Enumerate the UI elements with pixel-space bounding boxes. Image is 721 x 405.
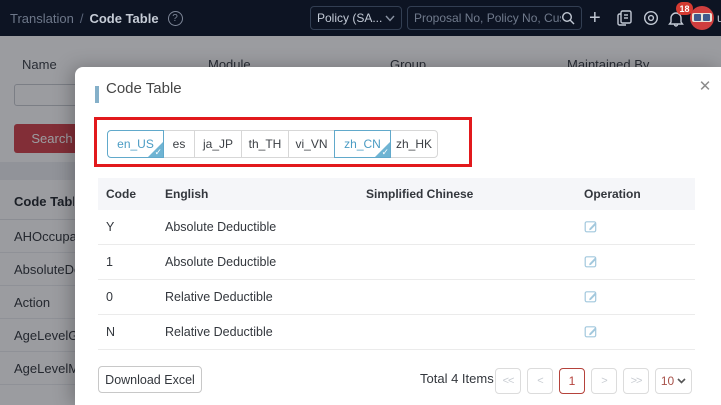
- breadcrumb-section[interactable]: Translation: [10, 11, 74, 26]
- username-truncated: u: [717, 11, 721, 25]
- title-accent-bar: [95, 86, 99, 103]
- pagination: << < 1 > >> 10: [495, 368, 692, 394]
- chevron-down-icon: [677, 378, 686, 384]
- table-row: N Relative Deductible: [98, 315, 695, 350]
- pagination-page-1[interactable]: 1: [559, 368, 585, 394]
- cell-code: N: [106, 325, 116, 339]
- table-row: 0 Relative Deductible: [98, 280, 695, 315]
- cell-code: 1: [106, 255, 113, 269]
- target-icon[interactable]: [643, 0, 659, 36]
- download-excel-button[interactable]: Download Excel: [98, 366, 202, 393]
- cell-english: Absolute Deductible: [165, 220, 277, 234]
- cell-code: 0: [106, 290, 113, 304]
- table-header-row: Code English Simplified Chinese Operatio…: [98, 178, 695, 210]
- edit-icon[interactable]: [576, 289, 598, 303]
- tab-es[interactable]: es: [163, 130, 195, 158]
- global-search: [407, 6, 582, 30]
- page-size-select[interactable]: 10: [655, 368, 692, 394]
- breadcrumb-current: Code Table: [89, 10, 159, 26]
- cell-code: Y: [106, 220, 115, 234]
- global-search-input[interactable]: [414, 11, 561, 25]
- module-select[interactable]: Policy (SA...: [310, 6, 402, 30]
- modal-title: Code Table: [106, 80, 182, 97]
- tab-th-th[interactable]: th_TH: [241, 130, 289, 158]
- plus-icon[interactable]: +: [589, 0, 601, 36]
- pagination-last-button[interactable]: >>: [623, 368, 649, 394]
- code-table-modal: Code Table ✕ en_US ✓ es ja_JP th_TH vi_V…: [75, 67, 721, 405]
- tab-ja-jp[interactable]: ja_JP: [194, 130, 242, 158]
- tab-zh-cn[interactable]: zh_CN ✓: [334, 130, 391, 158]
- help-icon[interactable]: ?: [167, 10, 183, 26]
- tab-en-us[interactable]: en_US ✓: [107, 130, 164, 158]
- table-row: 1 Absolute Deductible: [98, 245, 695, 280]
- table-row: Y Absolute Deductible: [98, 210, 695, 245]
- edit-icon[interactable]: [576, 324, 598, 338]
- language-tabs: en_US ✓ es ja_JP th_TH vi_VN zh_CN ✓ zh_…: [107, 130, 438, 158]
- tab-vi-vn[interactable]: vi_VN: [288, 130, 335, 158]
- column-header-operation: Operation: [584, 187, 641, 201]
- edit-icon[interactable]: [576, 219, 598, 233]
- copy-icon[interactable]: [617, 0, 632, 36]
- notification-badge: 18: [676, 2, 693, 15]
- column-header-simplified-chinese: Simplified Chinese: [366, 187, 474, 201]
- column-header-english: English: [165, 187, 209, 201]
- pagination-prev-button[interactable]: <: [527, 368, 553, 394]
- topbar: Translation / Code Table ? Policy (SA...…: [0, 0, 721, 36]
- total-items-text: Total 4 Items: [420, 371, 494, 386]
- module-select-value: Policy (SA...: [317, 11, 383, 25]
- check-icon: ✓: [154, 147, 162, 157]
- column-header-code: Code: [106, 187, 136, 201]
- chevron-down-icon: [385, 15, 395, 22]
- tab-zh-hk[interactable]: zh_HK: [390, 130, 438, 158]
- cell-english: Relative Deductible: [165, 290, 273, 304]
- translation-table: Code English Simplified Chinese Operatio…: [98, 178, 695, 350]
- cell-english: Relative Deductible: [165, 325, 273, 339]
- pagination-next-button[interactable]: >: [591, 368, 617, 394]
- search-icon[interactable]: [561, 11, 575, 25]
- close-icon[interactable]: ✕: [695, 77, 715, 97]
- cell-english: Absolute Deductible: [165, 255, 277, 269]
- check-icon: ✓: [381, 147, 389, 157]
- edit-icon[interactable]: [576, 254, 598, 268]
- breadcrumb-separator: /: [79, 10, 84, 26]
- breadcrumb: Translation / Code Table ?: [10, 0, 183, 36]
- page-size-value: 10: [660, 374, 675, 388]
- pagination-first-button[interactable]: <<: [495, 368, 521, 394]
- avatar[interactable]: [690, 6, 714, 30]
